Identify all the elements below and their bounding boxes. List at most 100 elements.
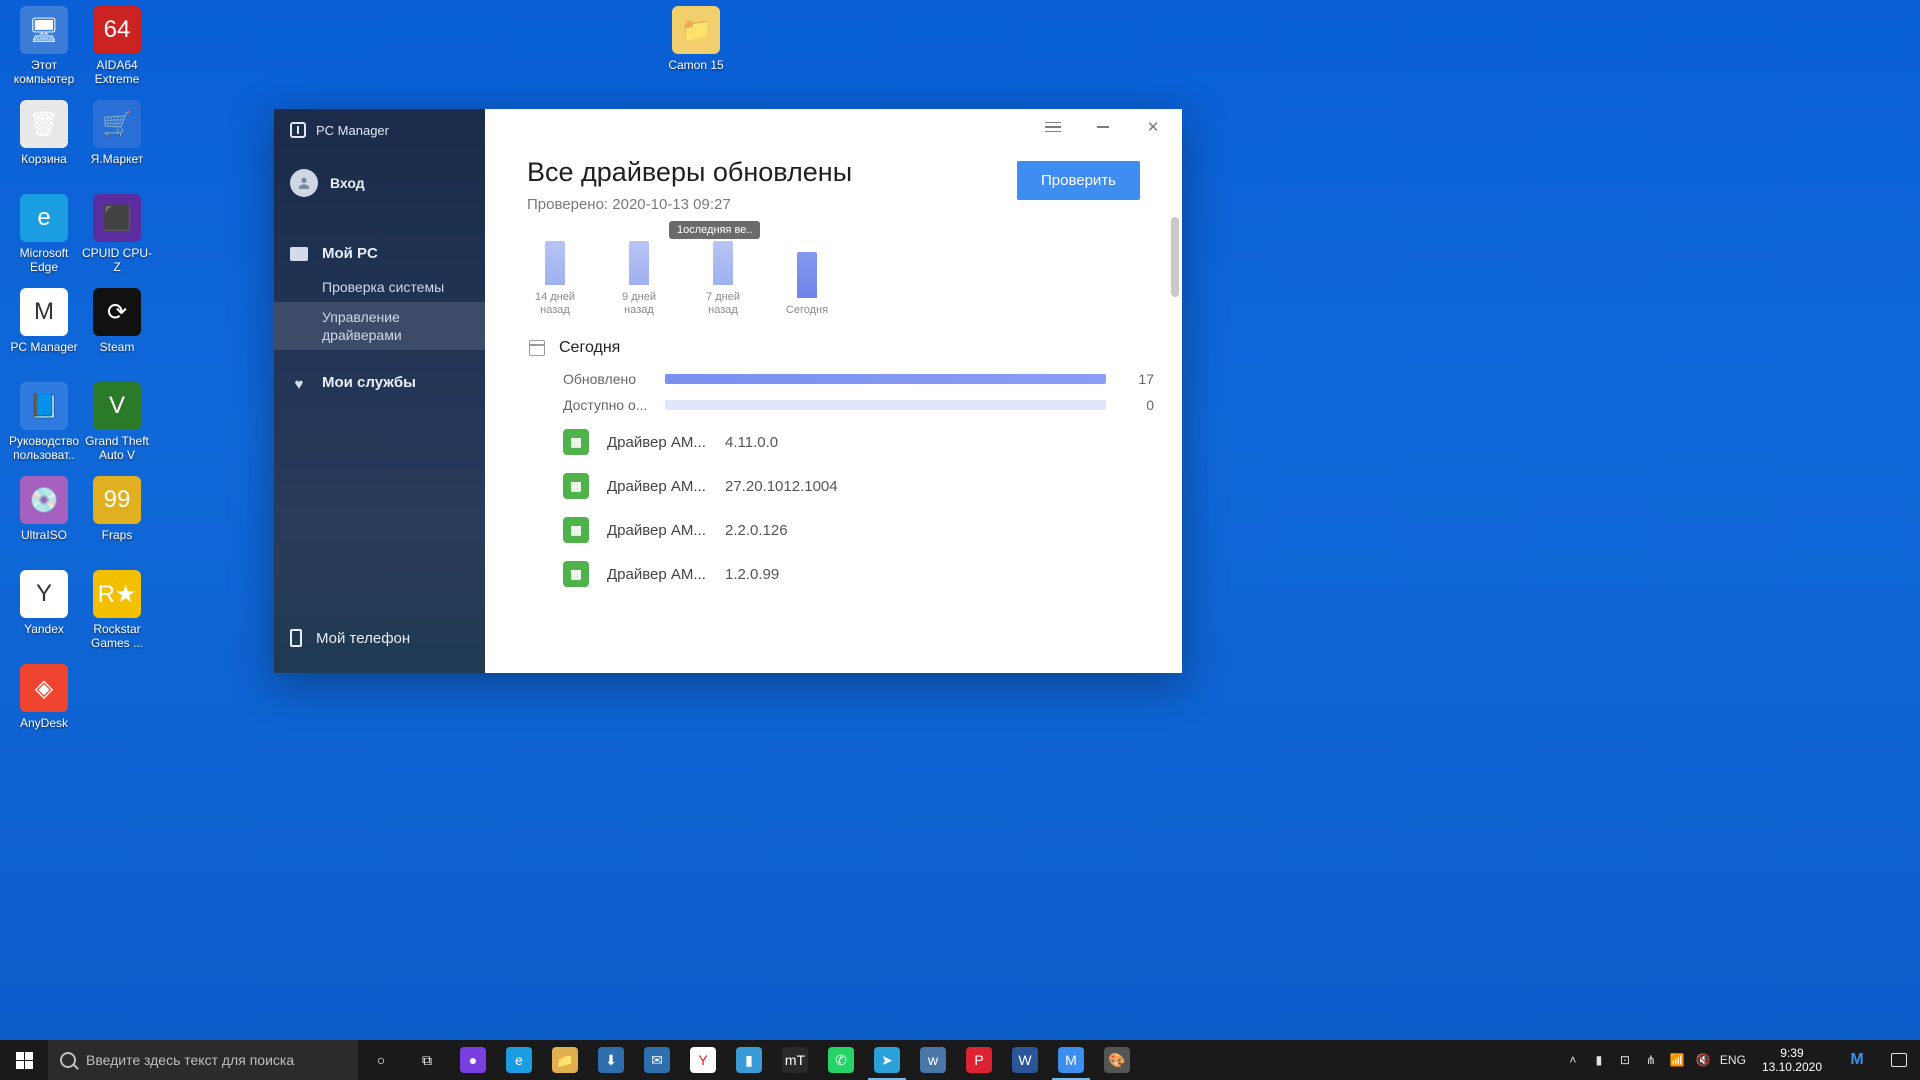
taskbar-vk[interactable]: w (910, 1040, 956, 1080)
history-bar[interactable]: Сегодня (781, 252, 833, 317)
desktop-icon-pc-manager[interactable]: MPC Manager (8, 288, 80, 354)
taskbar-paint[interactable]: 🎨 (1094, 1040, 1140, 1080)
desktop-icon-этот-компьютер[interactable]: 🖥Этот компьютер (8, 6, 80, 86)
content: 1оследняя ве.. 14 дней назад9 дней назад… (485, 217, 1182, 673)
desktop-icon-fraps[interactable]: 99Fraps (81, 476, 153, 542)
driver-version: 27.20.1012.1004 (725, 478, 838, 495)
driver-row[interactable]: ▦Драйвер AM...27.20.1012.1004 (563, 473, 1154, 499)
tray-overflow[interactable]: ˄ (1564, 1053, 1582, 1067)
minimize-button[interactable] (1082, 112, 1124, 142)
desktop-icon-steam[interactable]: ⟳Steam (81, 288, 153, 354)
desktop-icon-camon-15[interactable]: 📁Camon 15 (660, 6, 732, 72)
icon-label: Rockstar Games ... (81, 622, 153, 650)
app-icon: Y (20, 570, 68, 618)
taskbar-telegram[interactable]: ➤ (864, 1040, 910, 1080)
login-label: Вход (330, 175, 365, 191)
nav-my-phone[interactable]: Мой телефон (290, 619, 469, 657)
taskbar-word[interactable]: W (1002, 1040, 1048, 1080)
action-center[interactable] (1878, 1040, 1920, 1080)
windows-logo-icon (16, 1052, 33, 1069)
nav-my-pc[interactable]: Мой PC (274, 221, 485, 272)
yandex-alisa-icon: ● (460, 1047, 486, 1073)
nav-my-services[interactable]: ♥ Мои службы (274, 350, 485, 401)
tray-icon-4[interactable]: 🔇 (1694, 1053, 1712, 1067)
desktop-icon-руководство-пользоват..[interactable]: 📘Руководство пользоват.. (8, 382, 80, 462)
app-icon: ⬛ (93, 194, 141, 242)
close-icon: ✕ (1147, 118, 1160, 136)
taskbar-store[interactable]: ⬇ (588, 1040, 634, 1080)
desktop-icon-rockstar-games-...[interactable]: R★ Rockstar Games ... (81, 570, 153, 650)
stat-row: Доступно о... 0 (563, 397, 1154, 413)
login-row[interactable]: Вход (274, 151, 485, 221)
phone-icon (290, 629, 302, 647)
taskbar-search[interactable]: Введите здесь текст для поиска (48, 1040, 358, 1080)
bar-fill (629, 241, 649, 285)
desktop-icon-aida64-extreme[interactable]: 64AIDA64 Extreme (81, 6, 153, 86)
driver-icon: ▦ (563, 561, 589, 587)
taskbar-mail[interactable]: ✉ (634, 1040, 680, 1080)
desktop-icon-ultraiso[interactable]: 💿UltraISO (8, 476, 80, 542)
nav-driver-management[interactable]: Управление драйверами (274, 302, 485, 350)
nav-my-phone-label: Мой телефон (316, 630, 410, 647)
history-bar[interactable]: 7 дней назад (697, 241, 749, 317)
search-icon (60, 1052, 76, 1068)
driver-row[interactable]: ▦Драйвер AM...1.2.0.99 (563, 561, 1154, 587)
history-bar[interactable]: 14 дней назад (529, 241, 581, 317)
nav-system-check[interactable]: Проверка системы (274, 272, 485, 302)
taskbar-phone[interactable]: ▮ (726, 1040, 772, 1080)
bar-fill (713, 241, 733, 285)
driver-name: Драйвер AM... (607, 434, 707, 451)
page-header: Все драйверы обновлены Проверено: 2020-1… (485, 145, 1182, 217)
taskbar-mt[interactable]: mT (772, 1040, 818, 1080)
close-button[interactable]: ✕ (1132, 112, 1174, 142)
app-icon: 99 (93, 476, 141, 524)
start-button[interactable] (0, 1040, 48, 1080)
menu-button[interactable] (1032, 112, 1074, 142)
driver-name: Драйвер AM... (607, 566, 707, 583)
taskbar-yandex-alisa[interactable]: ● (450, 1040, 496, 1080)
tray-icon-3[interactable]: 📶 (1668, 1053, 1686, 1067)
history-bar[interactable]: 9 дней назад (613, 241, 665, 317)
taskbar-cortana[interactable]: ○ (358, 1040, 404, 1080)
app-icon: 🗑 (20, 100, 68, 148)
clock[interactable]: 9:3913.10.2020 (1754, 1046, 1830, 1074)
taskbar-whatsapp[interactable]: ✆ (818, 1040, 864, 1080)
app-icon: 64 (93, 6, 141, 54)
taskbar-explorer[interactable]: 📁 (542, 1040, 588, 1080)
stat-label: Доступно о... (563, 397, 653, 413)
desktop-icon-microsoft-edge[interactable]: eMicrosoft Edge (8, 194, 80, 274)
driver-row[interactable]: ▦Драйвер AM...2.2.0.126 (563, 517, 1154, 543)
mail-icon: ✉ (644, 1047, 670, 1073)
notification-icon (1891, 1053, 1907, 1067)
taskbar-task-view[interactable]: ⧉ (404, 1040, 450, 1080)
taskbar-p[interactable]: P (956, 1040, 1002, 1080)
stat-value: 0 (1118, 397, 1154, 413)
tray-icon-2[interactable]: ⋔ (1642, 1053, 1660, 1067)
app-icon: R★ (93, 570, 141, 618)
tray-icon-1[interactable]: ⊡ (1616, 1053, 1634, 1067)
desktop-icon-cpuid-cpu-z[interactable]: ⬛CPUID CPU-Z (81, 194, 153, 274)
heart-icon: ♥ (290, 376, 308, 390)
pc-manager-icon: M (1058, 1047, 1084, 1073)
taskbar: Введите здесь текст для поиска ○⧉●e📁⬇✉Y▮… (0, 1040, 1920, 1080)
taskbar-edge[interactable]: e (496, 1040, 542, 1080)
language-indicator[interactable]: ENG (1720, 1053, 1746, 1067)
taskbar-yandex[interactable]: Y (680, 1040, 726, 1080)
mt-icon: mT (782, 1047, 808, 1073)
check-button[interactable]: Проверить (1017, 161, 1140, 200)
desktop-icon-anydesk[interactable]: ◈AnyDesk (8, 664, 80, 730)
tray-icon-0[interactable]: ▮ (1590, 1053, 1608, 1067)
icon-label: Yandex (8, 622, 80, 636)
pc-manager-tray[interactable]: M (1836, 1040, 1878, 1080)
desktop-icon-я.маркет[interactable]: 🛒Я.Маркет (81, 100, 153, 166)
icon-label: Steam (81, 340, 153, 354)
time: 9:39 (1762, 1046, 1822, 1060)
desktop-icon-корзина[interactable]: 🗑Корзина (8, 100, 80, 166)
driver-row[interactable]: ▦Драйвер AM...4.11.0.0 (563, 429, 1154, 455)
desktop-icon-grand-theft-auto-v[interactable]: VGrand Theft Auto V (81, 382, 153, 462)
desktop-icon-yandex[interactable]: Y Yandex (8, 570, 80, 636)
hamburger-icon (1045, 122, 1061, 133)
taskbar-pc-manager[interactable]: M (1048, 1040, 1094, 1080)
icon-label: Camon 15 (660, 58, 732, 72)
scrollbar[interactable] (1171, 217, 1179, 297)
